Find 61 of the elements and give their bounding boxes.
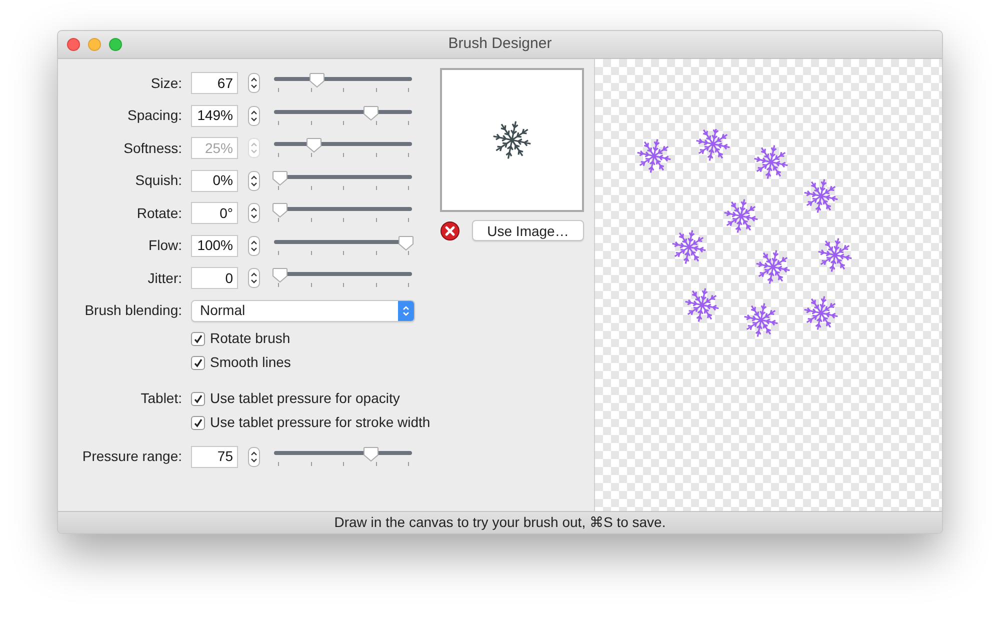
up-down-arrows-icon (250, 141, 258, 156)
blending-popup[interactable]: Normal (191, 300, 415, 322)
up-down-arrows-icon (250, 271, 258, 286)
field-label: Brush blending: (84, 301, 182, 320)
field-label: Spacing: (128, 106, 182, 126)
slider-thumb[interactable] (362, 104, 379, 121)
stepper[interactable] (248, 446, 260, 467)
checkmark-icon (193, 394, 203, 404)
up-down-arrows-icon (250, 238, 258, 253)
slider-thumb[interactable] (398, 234, 414, 251)
close-button[interactable] (67, 38, 80, 51)
up-down-arrows-icon (250, 108, 258, 123)
remove-icon[interactable] (440, 220, 460, 240)
slider-thumb[interactable] (272, 267, 288, 284)
checkbox[interactable]: Smooth lines (191, 352, 291, 373)
stepper[interactable] (248, 170, 260, 191)
checkmark-icon (193, 334, 203, 344)
checkbox[interactable]: Use tablet pressure for opacity (191, 388, 400, 409)
drawing-canvas[interactable] (594, 59, 942, 511)
field-label: Tablet: (140, 389, 182, 408)
slider[interactable] (272, 234, 414, 258)
checkbox[interactable]: Use tablet pressure for stroke width (191, 412, 430, 433)
up-down-arrows-icon (402, 304, 410, 316)
field-label: Softness: (124, 138, 182, 158)
checkbox[interactable]: Rotate brush (191, 328, 290, 349)
stepper[interactable] (248, 106, 260, 126)
slider[interactable] (272, 104, 414, 128)
zoom-button[interactable] (109, 38, 122, 51)
checkmark-icon (193, 358, 203, 368)
checkmark-icon (193, 418, 203, 428)
value-field[interactable]: 0 (191, 267, 238, 290)
up-down-arrows-icon (250, 76, 258, 90)
field-label: Flow: (148, 236, 182, 256)
slider[interactable] (272, 168, 414, 193)
field-label: Squish: (135, 171, 182, 190)
slider-thumb[interactable] (362, 446, 379, 462)
field-label: Rotate: (136, 204, 182, 223)
slider-thumb[interactable] (272, 170, 288, 186)
stepper[interactable] (248, 203, 260, 224)
snowflake-icon (492, 120, 532, 160)
status-text: Draw in the canvas to try your brush out, ⌘S to save. (334, 513, 666, 532)
use-image-button[interactable]: Use Image… (472, 220, 584, 241)
slider[interactable] (272, 444, 414, 469)
value-field[interactable]: 0° (191, 202, 238, 224)
stepper[interactable] (248, 268, 260, 288)
up-down-arrows-icon (250, 206, 258, 220)
value-field[interactable]: 0% (191, 170, 238, 192)
slider-thumb[interactable] (272, 202, 288, 218)
value-field[interactable]: 75 (191, 446, 238, 468)
field-label: Pressure range: (82, 447, 182, 466)
window-title: Brush Designer (448, 34, 552, 54)
value-field[interactable]: 149% (191, 104, 238, 127)
slider-thumb[interactable] (308, 72, 325, 88)
field-label: Jitter: (148, 268, 182, 288)
stepper[interactable] (248, 73, 260, 94)
field-label: Size: (150, 74, 182, 93)
stepper[interactable] (248, 236, 260, 256)
up-down-arrows-icon (250, 450, 258, 464)
value-field[interactable]: 100% (191, 234, 238, 257)
value-field[interactable]: 67 (191, 72, 238, 94)
up-down-arrows-icon (250, 174, 258, 188)
